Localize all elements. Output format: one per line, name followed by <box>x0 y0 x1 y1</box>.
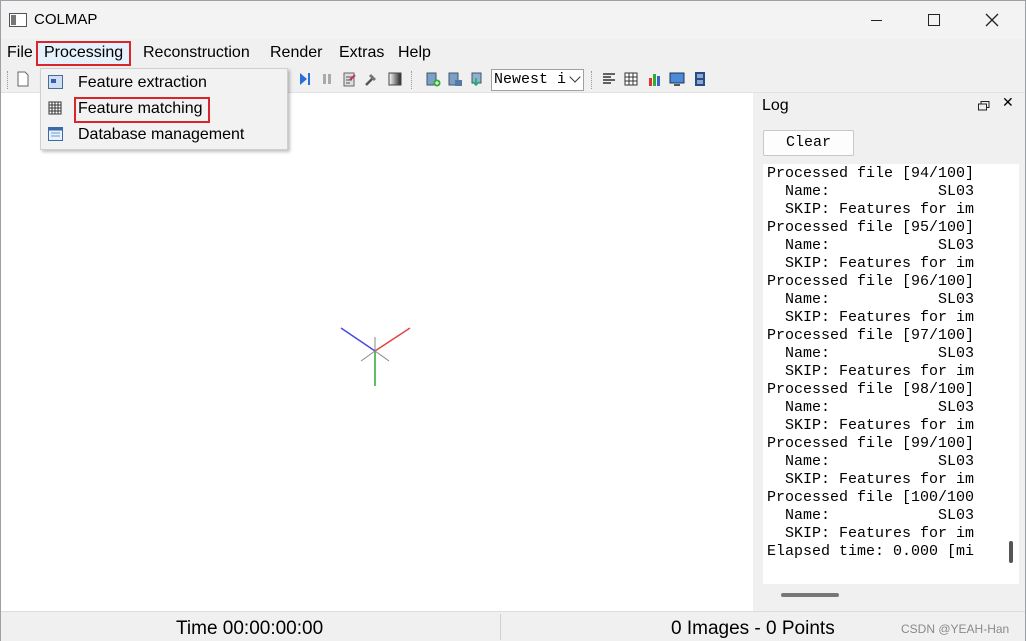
feature-extraction-label: Feature extraction <box>78 74 207 91</box>
minimize-icon <box>870 19 882 21</box>
app-icon <box>9 13 27 27</box>
menu-render[interactable]: Render <box>270 44 322 62</box>
minimize-button[interactable] <box>847 1 905 39</box>
clear-button[interactable]: Clear <box>763 130 854 156</box>
feature-extraction-icon <box>48 75 63 89</box>
bar-chart-icon[interactable] <box>647 71 663 87</box>
film-icon[interactable] <box>692 71 708 87</box>
toolbar-separator <box>411 71 412 89</box>
hammer-icon[interactable] <box>363 71 379 87</box>
coordinate-axes-icon <box>340 327 411 386</box>
menu-processing[interactable]: Processing <box>36 41 132 66</box>
export-icon[interactable] <box>447 71 463 87</box>
grid-icon[interactable] <box>623 71 639 87</box>
menu-bar: File Processing Reconstruction Render Ex… <box>1 40 1025 66</box>
play-icon[interactable] <box>297 71 313 87</box>
status-time: Time 00:00:00:00 <box>176 618 324 639</box>
toolbar-separator <box>591 71 592 89</box>
title-bar[interactable]: COLMAP <box>1 1 1025 39</box>
horizontal-scrollbar[interactable] <box>781 593 839 597</box>
log-text: Processed file [94/100] Name: SL03 SKIP:… <box>767 165 975 560</box>
pause-icon[interactable] <box>319 71 335 87</box>
log-output[interactable]: Processed file [94/100] Name: SL03 SKIP:… <box>763 164 1019 584</box>
menu-item-feature-matching[interactable]: Feature matching <box>41 96 287 123</box>
status-counts: 0 Images - 0 Points <box>671 618 835 639</box>
database-icon <box>48 127 63 141</box>
close-icon[interactable]: ✕ <box>1002 95 1014 111</box>
reconstruction-selector-value: Newest i <box>494 71 567 88</box>
float-icon[interactable] <box>978 101 990 111</box>
menu-help[interactable]: Help <box>398 44 431 62</box>
highlight-box <box>74 97 210 123</box>
monitor-icon[interactable] <box>669 71 685 87</box>
clipboard-icon[interactable] <box>341 71 357 87</box>
watermark: CSDN @YEAH-Han <box>901 622 1010 636</box>
new-project-icon[interactable] <box>15 71 31 87</box>
grid-icon <box>48 101 62 115</box>
log-title: Log <box>762 97 789 114</box>
3d-viewport[interactable] <box>1 93 753 611</box>
database-management-label: Database management <box>78 126 245 143</box>
reconstruction-selector[interactable]: Newest i <box>491 69 584 91</box>
menu-item-database-management[interactable]: Database management <box>41 122 287 148</box>
align-text-icon[interactable] <box>601 71 617 87</box>
import-icon[interactable] <box>425 71 441 87</box>
window-title: COLMAP <box>34 11 98 28</box>
log-dock: Log ✕ Clear Processed file [94/100] Name… <box>756 93 1025 611</box>
close-button[interactable] <box>963 1 1021 39</box>
menu-reconstruction[interactable]: Reconstruction <box>143 44 250 62</box>
menu-item-feature-extraction[interactable]: Feature extraction <box>41 70 287 96</box>
maximize-icon <box>928 14 940 26</box>
close-icon <box>985 13 999 27</box>
vertical-scrollbar[interactable] <box>1009 541 1013 563</box>
maximize-button[interactable] <box>905 1 963 39</box>
status-bar: Time 00:00:00:00 0 Images - 0 Points CSD… <box>1 611 1025 641</box>
download-icon[interactable] <box>469 71 485 87</box>
gradient-icon[interactable] <box>387 71 403 87</box>
processing-menu: Feature extraction Feature matching Data… <box>40 68 288 150</box>
toolbar-separator <box>7 71 8 89</box>
chevron-down-icon <box>569 71 581 83</box>
menu-extras[interactable]: Extras <box>339 44 384 62</box>
menu-file[interactable]: File <box>7 44 33 62</box>
status-separator <box>500 614 501 640</box>
colmap-window: COLMAP File Processing Reconstruction Re… <box>0 0 1026 641</box>
